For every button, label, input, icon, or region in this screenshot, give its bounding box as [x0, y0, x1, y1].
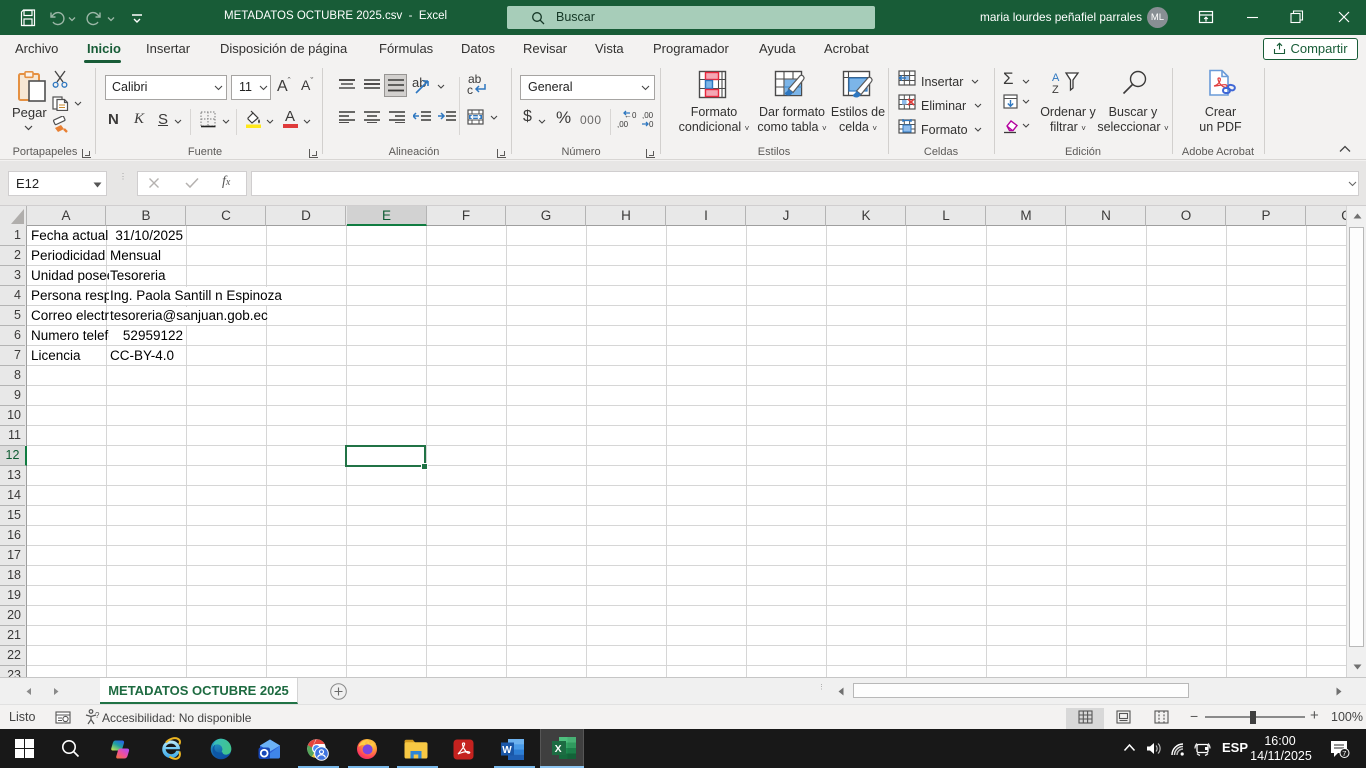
svg-text:7: 7	[1342, 749, 1346, 758]
svg-text:Z: Z	[1052, 84, 1059, 95]
svg-text:,00: ,00	[617, 120, 629, 128]
svg-text:0: 0	[649, 120, 654, 128]
svg-text:,00: ,00	[642, 111, 654, 120]
svg-text:?: ?	[95, 711, 100, 720]
svg-text:A: A	[1052, 72, 1060, 84]
svg-text:X: X	[555, 743, 562, 755]
svg-text:←0: ←0	[624, 111, 637, 120]
svg-text:W: W	[502, 745, 512, 756]
